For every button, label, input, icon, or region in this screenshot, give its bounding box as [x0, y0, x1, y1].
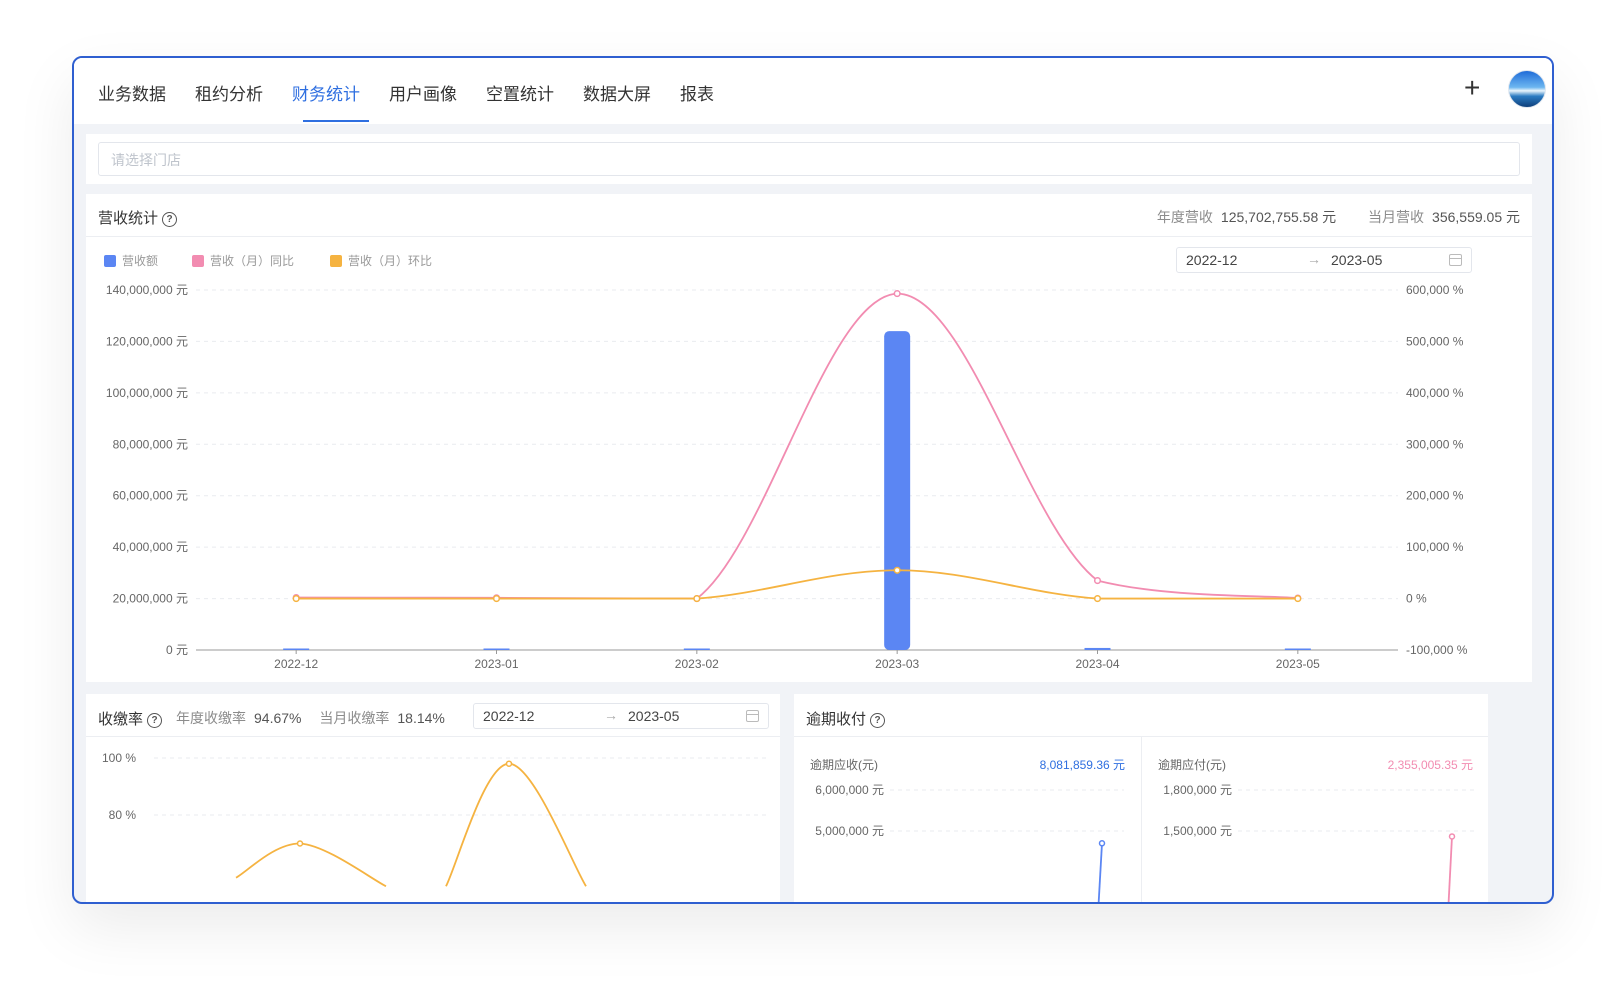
- bar: [1084, 647, 1111, 650]
- y-tick-label: 100 %: [102, 751, 136, 765]
- y-tick-label: 80,000,000 元: [113, 437, 188, 451]
- x-tick-label: 2023-01: [474, 657, 518, 671]
- data-point: [492, 595, 501, 603]
- x-tick-label: 2022-12: [274, 657, 318, 671]
- data-point: [1448, 833, 1456, 840]
- tab-business-data[interactable]: 业务数据: [98, 80, 166, 105]
- tab-lease-analysis[interactable]: 租约分析: [195, 80, 263, 105]
- series-line: [235, 842, 387, 888]
- series-line: [296, 569, 1298, 600]
- y2-tick-label: 200,000 %: [1406, 489, 1464, 503]
- data-point: [893, 290, 901, 298]
- tab-reports[interactable]: 报表: [680, 80, 714, 105]
- store-filter-card: 请选择门店: [86, 134, 1532, 184]
- revenue-chart: 0 元 20,000,000 元 40,000,000 元 60,000,000 元 8…: [106, 283, 1468, 671]
- x-tick-label: 2023-02: [675, 657, 719, 671]
- y-tick-label: 140,000,000 元: [106, 283, 188, 297]
- store-select-input[interactable]: 请选择门店: [98, 142, 1520, 176]
- y-tick-label: 1,500,000 元: [1163, 824, 1232, 838]
- bar: [683, 648, 710, 650]
- series-line: [296, 292, 1298, 600]
- y2-tick-label: 600,000 %: [1406, 283, 1464, 297]
- app-frame: 业务数据 租约分析 财务统计 用户画像 空置统计 数据大屏 报表 + 请选择门店…: [72, 56, 1554, 904]
- bar: [283, 648, 310, 650]
- y-tick-label: 6,000,000 元: [815, 783, 884, 797]
- data-point: [292, 595, 300, 603]
- x-tick-label: 2023-03: [875, 657, 919, 671]
- y-tick-label: 5,000,000 元: [815, 824, 884, 838]
- bar: [483, 648, 510, 650]
- x-tick-label: 2023-04: [1075, 657, 1119, 671]
- data-point: [1294, 595, 1302, 603]
- collection-card: 收缴率? 年度收缴率 94.67% 当月收缴率 18.14% 2022-12 → 2…: [86, 694, 780, 902]
- bar: [884, 331, 911, 650]
- data-point: [296, 840, 304, 847]
- y-tick-label: 20,000,000 元: [113, 592, 188, 606]
- y2-tick-label: 400,000 %: [1406, 386, 1464, 400]
- data-point: [893, 566, 901, 574]
- top-nav: 业务数据 租约分析 财务统计 用户画像 空置统计 数据大屏 报表 +: [74, 58, 1552, 124]
- y-tick-label: 120,000,000 元: [106, 334, 188, 348]
- data-point: [1093, 595, 1102, 603]
- y-tick-label: 80 %: [109, 808, 137, 822]
- avatar[interactable]: [1508, 70, 1546, 108]
- active-tab-indicator: [303, 120, 369, 122]
- data-point: [505, 760, 513, 767]
- data-point: [1098, 840, 1106, 847]
- tab-user-profile[interactable]: 用户画像: [389, 80, 457, 105]
- y-tick-label: 1,800,000 元: [1163, 783, 1232, 797]
- collection-chart: 80 % 100 %: [102, 751, 768, 888]
- y2-tick-label: -100,000 %: [1406, 643, 1468, 657]
- overdue-chart: 5,000,000 元 6,000,000 元 1,500,000 元 1,800,0…: [815, 783, 1474, 902]
- y-tick-label: 0 元: [166, 643, 188, 657]
- data-point: [693, 595, 701, 603]
- y-tick-label: 100,000,000 元: [106, 386, 188, 400]
- y-tick-label: 40,000,000 元: [113, 540, 188, 554]
- y2-tick-label: 100,000 %: [1406, 540, 1464, 554]
- x-tick-label: 2023-05: [1276, 657, 1320, 671]
- revenue-card: 营收统计? 年度营收 125,702,755.58 元 当月营收 356,559.0…: [86, 194, 1532, 682]
- y-tick-label: 60,000,000 元: [113, 489, 188, 503]
- y2-tick-label: 0 %: [1406, 592, 1427, 606]
- bar: [1284, 648, 1311, 650]
- plus-icon[interactable]: +: [1464, 74, 1480, 102]
- y2-tick-label: 300,000 %: [1406, 437, 1464, 451]
- overdue-card: 逾期收付? 逾期应收(元) 8,081,859.36 元 逾期应付(元) 2,3…: [794, 694, 1488, 902]
- series-line: [445, 762, 587, 887]
- series-line: [1097, 843, 1103, 902]
- data-point: [1093, 577, 1102, 585]
- tab-vacancy-stats[interactable]: 空置统计: [486, 80, 554, 105]
- tab-financial-stats[interactable]: 财务统计: [292, 80, 360, 105]
- series-line: [1447, 836, 1453, 902]
- tab-data-screen[interactable]: 数据大屏: [583, 80, 651, 105]
- y2-tick-label: 500,000 %: [1406, 334, 1464, 348]
